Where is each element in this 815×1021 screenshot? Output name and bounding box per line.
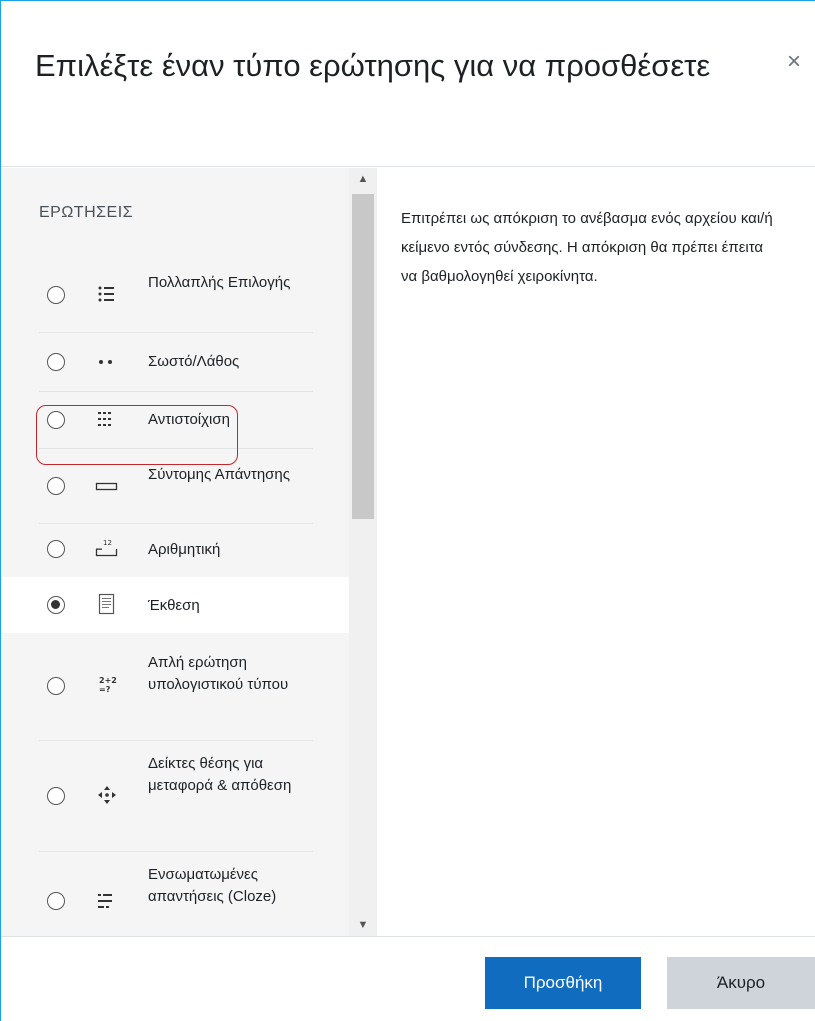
svg-text:2+2: 2+2 xyxy=(99,676,117,685)
radio-button-checked[interactable] xyxy=(47,596,65,614)
short-answer-icon xyxy=(95,482,118,491)
dialog-title: Επιλέξτε έναν τύπο ερώτησης για να προσθ… xyxy=(35,48,711,83)
option-label: Πολλαπλής Επιλογής xyxy=(148,274,291,291)
question-type-list: ΕΡΩΤΗΣΕΙΣ Πολλαπλής Επιλογής Σωστό/Λάθος xyxy=(1,168,349,936)
close-button[interactable]: × xyxy=(779,47,809,77)
radio-button[interactable] xyxy=(47,787,65,805)
option-drag-drop-markers[interactable]: Δείκτες θέσης για μεταφορά & απόθεση xyxy=(1,741,349,851)
drag-drop-markers-icon xyxy=(98,786,116,804)
cloze-icon xyxy=(98,894,112,908)
option-label: Δείκτες θέσης για μεταφορά & απόθεση xyxy=(148,755,292,794)
cancel-button[interactable]: Άκυρο xyxy=(667,957,815,1009)
option-label: Έκθεση xyxy=(148,597,200,614)
true-false-icon xyxy=(99,360,112,364)
dialog-header: Επιλέξτε έναν τύπο ερώτησης για να προσθ… xyxy=(1,1,815,167)
calculated-simple-icon: 2+2 =? xyxy=(99,676,117,694)
radio-button[interactable] xyxy=(47,677,65,695)
option-cloze[interactable]: Ενσωματωμένες απαντήσεις (Cloze) xyxy=(1,852,349,936)
svg-text:12: 12 xyxy=(103,539,112,547)
question-type-description: Επιτρέπει ως απόκριση το ανέβασμα ενός α… xyxy=(401,210,773,285)
scroll-up-arrow-icon[interactable]: ▲ xyxy=(349,168,377,190)
essay-icon xyxy=(98,593,115,615)
radio-button[interactable] xyxy=(47,892,65,910)
selected-option-highlight xyxy=(36,405,238,465)
section-label: ΕΡΩΤΗΣΕΙΣ xyxy=(39,204,134,221)
add-button[interactable]: Προσθήκη xyxy=(485,957,641,1009)
multiple-choice-icon xyxy=(98,286,114,302)
svg-text:=?: =? xyxy=(99,685,111,694)
radio-button[interactable] xyxy=(47,477,65,495)
question-type-dialog: Επιλέξτε έναν τύπο ερώτησης για να προσθ… xyxy=(0,0,815,1021)
list-scrollbar[interactable]: ▲ ▼ xyxy=(349,168,377,936)
option-true-false[interactable]: Σωστό/Λάθος xyxy=(1,333,349,391)
option-label: Αριθμητική xyxy=(148,541,221,558)
option-label: Σύντομης Απάντησης xyxy=(148,466,290,483)
scroll-thumb[interactable] xyxy=(352,194,374,519)
radio-button[interactable] xyxy=(47,540,65,558)
dialog-footer: Προσθήκη Άκυρο xyxy=(1,936,815,1021)
option-label: Απλή ερώτηση υπολογιστικού τύπου xyxy=(148,654,289,693)
radio-button[interactable] xyxy=(47,286,65,304)
numerical-icon: 12 xyxy=(95,539,118,557)
option-label: Σωστό/Λάθος xyxy=(148,353,240,370)
option-calculated-simple[interactable]: 2+2 =? Απλή ερώτηση υπολογιστικού τύπου xyxy=(1,634,349,738)
option-multiple-choice[interactable]: Πολλαπλής Επιλογής xyxy=(1,258,349,332)
option-essay[interactable]: Έκθεση xyxy=(1,577,349,633)
option-numerical[interactable]: 12 Αριθμητική xyxy=(1,524,349,576)
radio-button[interactable] xyxy=(47,353,65,371)
option-label: Ενσωματωμένες απαντήσεις (Cloze) xyxy=(148,866,277,905)
scroll-down-arrow-icon[interactable]: ▼ xyxy=(349,914,377,936)
